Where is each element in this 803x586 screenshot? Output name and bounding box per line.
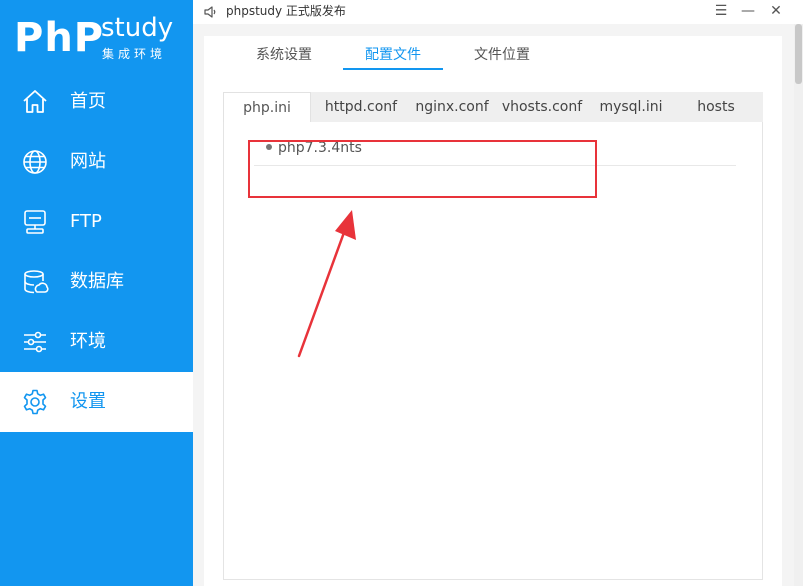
scrollbar[interactable] <box>794 24 803 586</box>
list-item[interactable]: php7.3.4nts <box>254 140 736 166</box>
logo-study: study <box>101 13 174 43</box>
title-bar: phpstudy 正式版发布 ☰ — ✕ <box>193 0 803 24</box>
tab-file-location[interactable]: 文件位置 <box>462 44 542 70</box>
tab-mysql-ini[interactable]: mysql.ini <box>589 92 673 122</box>
database-icon <box>21 268 49 296</box>
config-file-tabs: php.ini httpd.conf nginx.conf vhosts.con… <box>223 92 763 122</box>
tab-system-settings[interactable]: 系统设置 <box>244 44 324 70</box>
scrollbar-thumb[interactable] <box>795 24 802 84</box>
app-logo: PhP study 集成环境 <box>14 12 184 68</box>
tab-hosts[interactable]: hosts <box>693 92 739 122</box>
announcement-title[interactable]: phpstudy 正式版发布 <box>226 3 346 19</box>
tab-nginx-conf[interactable]: nginx.conf <box>406 92 498 122</box>
sidebar-item-home[interactable]: 首页 <box>0 72 193 132</box>
close-button[interactable]: ✕ <box>766 2 786 20</box>
tab-vhosts-conf[interactable]: vhosts.conf <box>493 92 591 122</box>
sidebar-item-ftp[interactable]: FTP <box>0 192 193 252</box>
tab-php-ini[interactable]: php.ini <box>223 92 311 122</box>
tab-httpd-conf[interactable]: httpd.conf <box>313 92 409 122</box>
sidebar-item-label: 数据库 <box>70 271 124 292</box>
speaker-icon[interactable] <box>203 4 217 23</box>
sidebar-item-website[interactable]: 网站 <box>0 132 193 192</box>
sidebar-item-settings[interactable]: 设置 <box>0 372 193 432</box>
menu-icon[interactable]: ☰ <box>711 2 731 20</box>
minimize-button[interactable]: — <box>738 2 758 20</box>
list-item-label: php7.3.4nts <box>278 140 362 156</box>
bullet-icon <box>266 144 272 150</box>
sidebar-item-label: 设置 <box>70 391 106 412</box>
sidebar-item-environment[interactable]: 环境 <box>0 312 193 372</box>
logo-subtitle: 集成环境 <box>102 47 167 61</box>
gear-icon <box>21 388 49 416</box>
home-icon <box>21 88 49 116</box>
globe-icon <box>21 148 49 176</box>
tab-config-files[interactable]: 配置文件 <box>343 44 443 70</box>
sidebar-item-label: 首页 <box>70 91 106 112</box>
sidebar-item-database[interactable]: 数据库 <box>0 252 193 312</box>
sidebar-item-label: 环境 <box>70 331 106 352</box>
settings-panel: 系统设置 配置文件 文件位置 php.ini httpd.conf nginx.… <box>204 36 782 586</box>
sliders-icon <box>21 328 49 356</box>
config-file-list: php7.3.4nts <box>223 122 763 580</box>
sidebar: PhP study 集成环境 首页 网站 FTP 数据库 环境 设置 <box>0 0 193 586</box>
logo-php: PhP <box>14 15 105 61</box>
server-icon <box>21 208 49 236</box>
sidebar-item-label: FTP <box>70 211 102 232</box>
sidebar-item-label: 网站 <box>70 151 106 172</box>
